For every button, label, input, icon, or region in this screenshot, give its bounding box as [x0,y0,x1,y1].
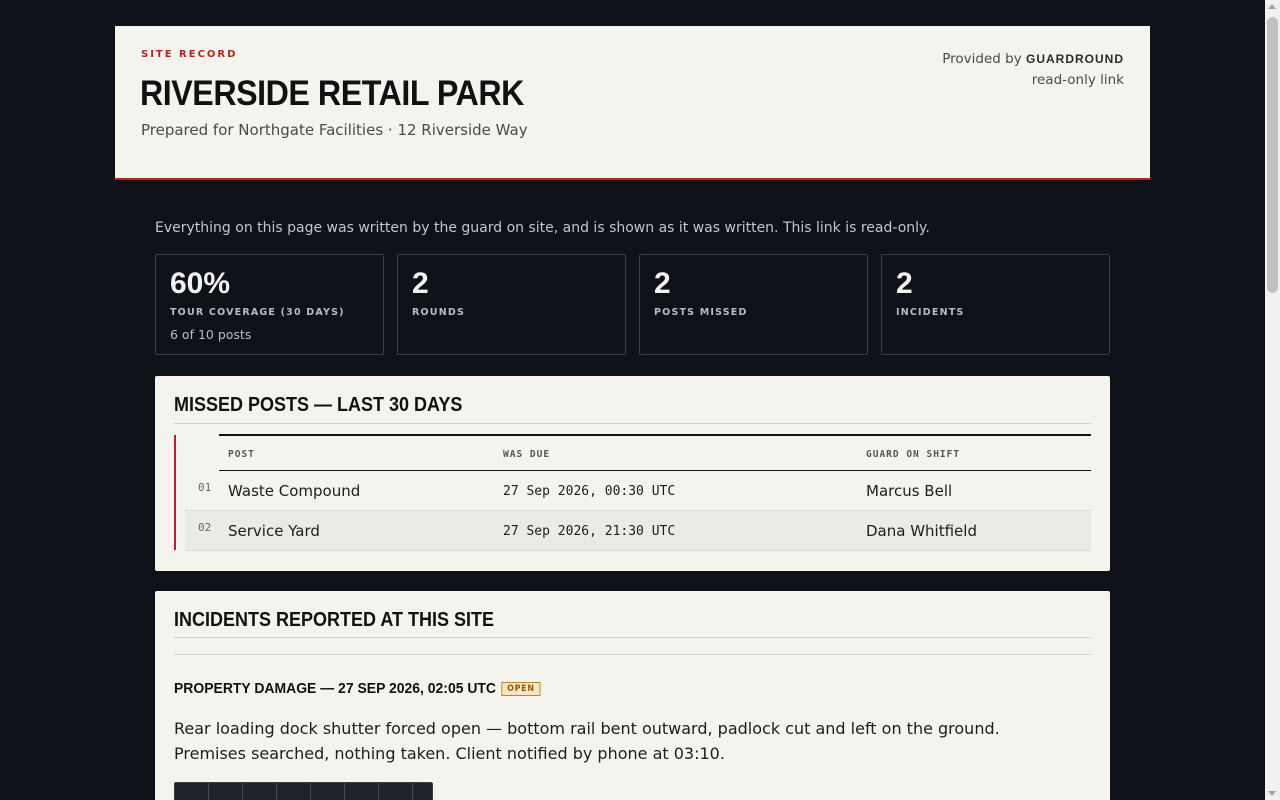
table-row[interactable]: 02 Service Yard 27 Sep 2026, 21:30 UTC D… [185,511,1091,551]
missed-accent-bar [174,435,176,550]
missed-posts-title: MISSED POSTS — LAST 30 DAYS [174,394,463,416]
stat-label: TOUR COVERAGE (30 DAYS) [170,307,345,318]
provider-info: Provided by GUARDROUND read-only link [942,49,1124,91]
row-number: 01 [198,481,212,494]
guard-name: Dana Whitfield [866,522,977,540]
stat-label: ROUNDS [412,307,465,318]
stat-tour-coverage: 60% TOUR COVERAGE (30 DAYS) 6 of 10 post… [155,254,384,355]
incident-divider [174,654,1091,655]
scroll-thumb[interactable] [1267,17,1278,293]
column-header-was-due: WAS DUE [503,449,551,460]
stat-rounds: 2 ROUNDS [397,254,626,355]
incident-photo-strip[interactable] [174,782,433,800]
scroll-up-arrow-icon[interactable] [1268,4,1276,9]
column-header-post: POST [228,449,255,460]
stat-subtext: 6 of 10 posts [170,327,252,342]
site-subtitle: Prepared for Northgate Facilities · 12 R… [141,121,528,139]
incidents-title: INCIDENTS REPORTED AT THIS SITE [174,609,495,631]
read-only-link-note: read-only link [1031,72,1124,88]
stat-posts-missed: 2 POSTS MISSED [639,254,868,355]
stat-value: 2 [896,267,913,300]
missed-posts-table: POST WAS DUE GUARD ON SHIFT 01 Waste Com… [185,434,1091,551]
provider-name: GUARDROUND [1026,52,1124,66]
missed-posts-card: MISSED POSTS — LAST 30 DAYS POST WAS DUE… [155,376,1110,571]
guard-name: Marcus Bell [866,482,953,500]
post-name: Waste Compound [228,482,361,500]
status-badge: OPEN [501,682,541,696]
column-header-guard: GUARD ON SHIFT [866,449,961,460]
table-header: POST WAS DUE GUARD ON SHIFT [219,434,1091,471]
stat-label: INCIDENTS [896,307,965,318]
incident-heading: PROPERTY DAMAGE — 27 SEP 2026, 02:05 UTC… [174,680,541,697]
intro-text: Everything on this page was written by t… [155,220,930,236]
stat-incidents: 2 INCIDENTS [881,254,1110,355]
divider [174,637,1091,638]
provided-by-label: Provided by [942,51,1022,67]
table-row[interactable]: 01 Waste Compound 27 Sep 2026, 00:30 UTC… [185,471,1091,511]
stat-value: 2 [412,267,429,300]
incident-title: PROPERTY DAMAGE — 27 SEP 2026, 02:05 UTC [174,680,497,697]
row-number: 02 [198,521,212,534]
stat-value: 60% [170,267,231,300]
incident-description: Rear loading dock shutter forced open — … [174,719,1000,763]
stat-label: POSTS MISSED [654,307,748,318]
stat-value: 2 [654,267,671,300]
scroll-down-arrow-icon[interactable] [1268,791,1276,796]
divider [174,423,1091,424]
site-record-kicker: SITE RECORD [141,49,238,60]
site-header: SITE RECORD RIVERSIDE RETAIL PARK Prepar… [115,26,1150,180]
post-name: Service Yard [228,522,320,540]
site-name-title: RIVERSIDE RETAIL PARK [140,74,524,113]
due-time: 27 Sep 2026, 00:30 UTC [503,484,676,499]
page-scrollbar[interactable] [1265,0,1280,800]
incidents-card: INCIDENTS REPORTED AT THIS SITE PROPERTY… [155,591,1110,800]
due-time: 27 Sep 2026, 21:30 UTC [503,524,676,539]
